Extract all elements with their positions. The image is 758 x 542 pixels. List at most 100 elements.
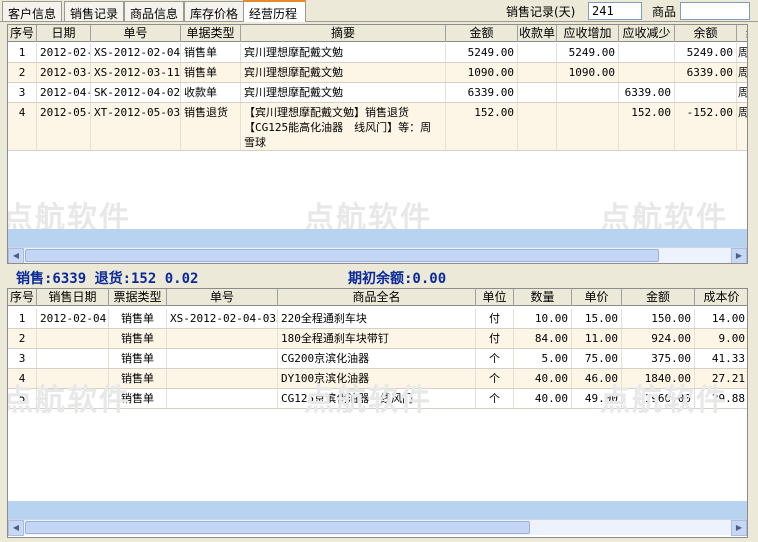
product-input[interactable] (680, 2, 750, 20)
cell-summary: 宾川理想摩配戴文勉 (241, 83, 446, 102)
cell-date (37, 389, 109, 408)
arrow-left-icon[interactable]: ◀ (8, 248, 24, 263)
col-header-sale-date[interactable]: 销售日期 (37, 289, 109, 306)
horizontal-scrollbar[interactable]: ◀ ▶ (8, 247, 747, 263)
cell-docno: SK-2012-04-02-0 (91, 83, 181, 102)
cell-doctype: 收款单 (181, 83, 241, 102)
col-header-no[interactable]: 序号 (8, 25, 37, 42)
table-row[interactable]: 3 销售单 CG200京滨化油器 个 5.00 75.00 375.00 41.… (8, 349, 747, 369)
table-row[interactable]: 1 2012-02-04 销售单 XS-2012-02-04-033 220全程… (8, 309, 747, 329)
cell-date: 2012-02-04 (37, 309, 109, 328)
cell-date: 2012-02-C (37, 43, 91, 62)
cell-bill-type: 销售单 (109, 389, 167, 408)
col-header-balance[interactable]: 余额 (675, 25, 737, 42)
table-row[interactable]: 2 2012-03-1 XS-2012-03-11-2 销售单 宾川理想摩配戴文… (8, 63, 747, 83)
cell-bill-type: 销售单 (109, 309, 167, 328)
cell-handler: 周 (737, 63, 747, 82)
cell-qty: 40.00 (514, 369, 572, 388)
cell-no: 2 (8, 63, 37, 82)
cell-unit: 付 (476, 309, 514, 328)
days-label: 销售记录(天) (506, 5, 576, 19)
detail-grid[interactable]: 序号 销售日期 票据类型 单号 商品全名 单位 数量 单价 金额 成本价 1 2… (7, 288, 748, 538)
cell-amount: 152.00 (446, 103, 518, 150)
cell-dec: 152.00 (619, 103, 675, 150)
cell-receipt (518, 43, 557, 62)
scrollbar-thumb[interactable] (25, 521, 530, 534)
cell-doctype: 销售单 (181, 63, 241, 82)
cell-product-name: 180全程通刹车块带钉 (278, 329, 476, 348)
cell-amount: 1090.00 (446, 63, 518, 82)
cell-docno (167, 349, 278, 368)
col-header-cost[interactable]: 成本价 (695, 289, 747, 306)
cell-doctype: 销售单 (181, 43, 241, 62)
cell-date (37, 349, 109, 368)
scrollbar-thumb[interactable] (25, 249, 659, 262)
cell-price: 49.00 (572, 389, 622, 408)
tab-business-history[interactable]: 经营历程 (243, 0, 306, 22)
cell-no: 4 (8, 369, 37, 388)
table-row[interactable]: 5 销售单 CG125京滨化油器 线风门 个 40.00 49.00 1960.… (8, 389, 747, 409)
col-header-unit[interactable]: 单位 (476, 289, 514, 306)
table-row[interactable]: 4 2012-05-C XT-2012-05-03-0 销售退货 【宾川理想摩配… (8, 103, 747, 151)
cell-qty: 84.00 (514, 329, 572, 348)
table-row[interactable]: 1 2012-02-C XS-2012-02-04-0 销售单 宾川理想摩配戴文… (8, 43, 747, 63)
col-header-no[interactable]: 序号 (8, 289, 37, 306)
cell-no: 3 (8, 83, 37, 102)
cell-cost: 41.33 (695, 349, 747, 368)
col-header-doctype[interactable]: 单据类型 (181, 25, 241, 42)
table-row[interactable]: 2 销售单 180全程通刹车块带钉 付 84.00 11.00 924.00 9… (8, 329, 747, 349)
cell-summary: 宾川理想摩配戴文勉 (241, 63, 446, 82)
col-header-product-name[interactable]: 商品全名 (278, 289, 476, 306)
col-header-docno[interactable]: 单号 (91, 25, 181, 42)
cell-date (37, 369, 109, 388)
cell-qty: 40.00 (514, 389, 572, 408)
arrow-left-icon[interactable]: ◀ (8, 520, 24, 536)
cell-price: 11.00 (572, 329, 622, 348)
history-grid-header: 序号 日期 单号 单据类型 摘要 金额 收款单 应收增加 应收减少 余额 经 (8, 25, 747, 42)
cell-unit: 付 (476, 329, 514, 348)
col-header-summary[interactable]: 摘要 (241, 25, 446, 42)
cell-qty: 5.00 (514, 349, 572, 368)
col-header-qty[interactable]: 数量 (514, 289, 572, 306)
col-header-dec[interactable]: 应收减少 (619, 25, 675, 42)
cell-product-name: DY100京滨化油器 (278, 369, 476, 388)
cell-amount: 1960.00 (622, 389, 695, 408)
col-header-docno[interactable]: 单号 (167, 289, 278, 306)
col-header-receipt[interactable]: 收款单 (518, 25, 557, 42)
col-header-amount[interactable]: 金额 (622, 289, 695, 306)
cell-inc (557, 83, 619, 102)
tab-sales-records[interactable]: 销售记录 (64, 1, 124, 21)
tab-customer-info[interactable]: 客户信息 (2, 1, 62, 21)
table-row[interactable]: 3 2012-04-C SK-2012-04-02-0 收款单 宾川理想摩配戴文… (8, 83, 747, 103)
cell-balance (675, 83, 737, 102)
cell-summary: 宾川理想摩配戴文勉 (241, 43, 446, 62)
cell-no: 5 (8, 389, 37, 408)
tab-product-info[interactable]: 商品信息 (124, 1, 184, 21)
cell-no: 3 (8, 349, 37, 368)
cell-docno: XT-2012-05-03-0 (91, 103, 181, 150)
history-grid[interactable]: 序号 日期 单号 单据类型 摘要 金额 收款单 应收增加 应收减少 余额 经 1… (7, 24, 748, 264)
cell-receipt (518, 103, 557, 150)
cell-product-name: 220全程通刹车块 (278, 309, 476, 328)
cell-balance: 6339.00 (675, 63, 737, 82)
col-header-bill-type[interactable]: 票据类型 (109, 289, 167, 306)
cell-amount: 375.00 (622, 349, 695, 368)
cell-price: 75.00 (572, 349, 622, 368)
tab-bar: 客户信息 销售记录 商品信息 库存价格 经营历程 销售记录(天) 241 商品 (0, 0, 758, 22)
col-header-amount[interactable]: 金额 (446, 25, 518, 42)
col-header-price[interactable]: 单价 (572, 289, 622, 306)
arrow-right-icon[interactable]: ▶ (731, 248, 747, 263)
cell-amount: 924.00 (622, 329, 695, 348)
cell-dec (619, 43, 675, 62)
arrow-right-icon[interactable]: ▶ (731, 520, 747, 536)
horizontal-scrollbar[interactable]: ◀ ▶ (8, 519, 747, 536)
cell-balance: -152.00 (675, 103, 737, 150)
col-header-handler[interactable]: 经 (737, 25, 747, 42)
tab-stock-price[interactable]: 库存价格 (184, 1, 244, 21)
table-row[interactable]: 4 销售单 DY100京滨化油器 个 40.00 46.00 1840.00 2… (8, 369, 747, 389)
cell-amount: 150.00 (622, 309, 695, 328)
col-header-date[interactable]: 日期 (37, 25, 91, 42)
days-input[interactable]: 241 (588, 2, 642, 20)
col-header-inc[interactable]: 应收增加 (557, 25, 619, 42)
cell-amount: 5249.00 (446, 43, 518, 62)
